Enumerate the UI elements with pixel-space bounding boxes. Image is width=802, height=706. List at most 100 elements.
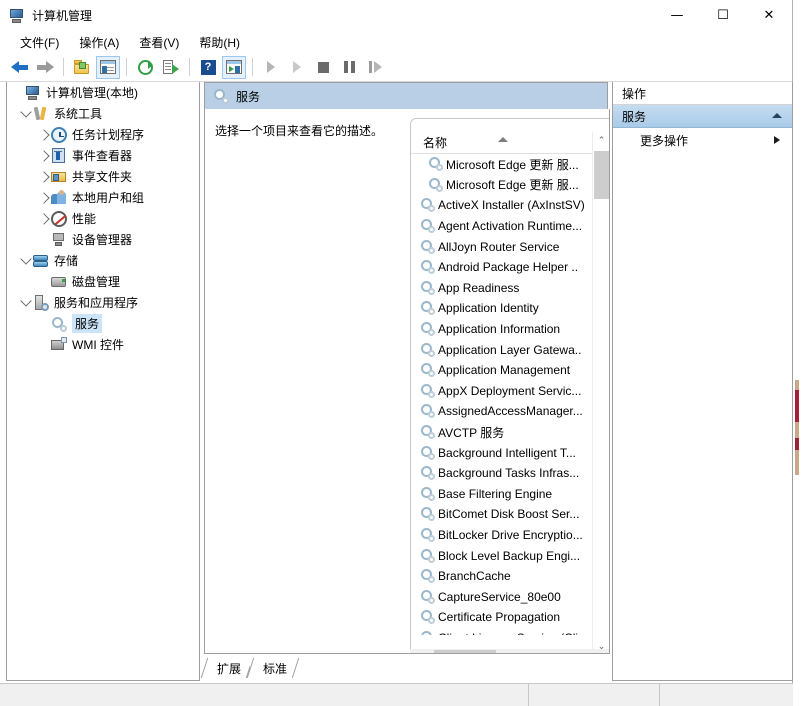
performance-icon (51, 211, 67, 227)
services-list[interactable]: Microsoft Edge 更新 服... Microsoft Edge 更新… (411, 154, 594, 635)
chevron-right-icon[interactable] (38, 171, 49, 182)
list-item[interactable]: AVCTP 服务 (411, 422, 594, 443)
action-more-actions[interactable]: 更多操作 (613, 128, 792, 152)
list-item[interactable]: Application Layer Gatewa.. (411, 339, 594, 360)
service-gear-icon (421, 590, 435, 604)
chevron-up-icon[interactable] (772, 113, 782, 118)
column-header-name[interactable]: 名称 (423, 134, 447, 151)
tree-item-disk-management[interactable]: 磁盘管理 (7, 271, 199, 292)
menu-file[interactable]: 文件(F) (10, 32, 69, 53)
view-tabs: 扩展 标准 (204, 654, 610, 678)
sort-ascending-icon (498, 137, 508, 142)
services-gear-icon (51, 316, 67, 332)
back-arrow-icon[interactable] (7, 56, 31, 79)
window-controls: — ☐ ✕ (654, 0, 792, 31)
tab-standard[interactable]: 标准 (250, 658, 296, 678)
computer-icon (25, 85, 41, 101)
chevron-right-icon[interactable] (38, 150, 49, 161)
list-item[interactable]: BitComet Disk Boost Ser... (411, 504, 594, 525)
menu-action[interactable]: 操作(A) (69, 32, 129, 53)
refresh-icon[interactable] (133, 56, 157, 79)
results-body: 选择一个项目来查看它的描述。 名称 Microsoft Edge 更新 服... (204, 109, 610, 654)
list-item[interactable]: Application Management (411, 360, 594, 381)
service-gear-icon (421, 363, 435, 377)
tree-item-computer-management-local[interactable]: 计算机管理(本地) (7, 82, 199, 103)
show-action-pane-icon[interactable] (222, 56, 246, 79)
list-item[interactable]: BranchCache (411, 566, 594, 587)
tree-item-services[interactable]: 服务 (7, 313, 199, 334)
background-window-right-content (795, 380, 799, 475)
list-item[interactable]: ActiveX Installer (AxInstSV) (411, 195, 594, 216)
chevron-right-icon[interactable] (38, 129, 49, 140)
window-title: 计算机管理 (32, 7, 92, 24)
tree-item-event-viewer[interactable]: 事件查看器 (7, 145, 199, 166)
pause-service-icon[interactable] (337, 56, 361, 79)
tree-item-shared-folders[interactable]: 共享文件夹 (7, 166, 199, 187)
list-item[interactable]: Android Package Helper .. (411, 257, 594, 278)
status-bar (0, 683, 793, 706)
export-list-icon[interactable] (159, 56, 183, 79)
tab-extended[interactable]: 扩展 (204, 658, 250, 678)
list-item[interactable]: Microsoft Edge 更新 服... (411, 154, 594, 175)
scroll-up-arrow-icon[interactable]: ⌃ (593, 132, 610, 149)
tree-item-wmi-control[interactable]: WMI 控件 (7, 334, 199, 355)
forward-arrow-icon[interactable] (33, 56, 57, 79)
help-icon[interactable]: ? (196, 56, 220, 79)
service-gear-icon (421, 219, 435, 233)
list-item[interactable]: Agent Activation Runtime... (411, 216, 594, 237)
show-hide-console-tree-icon[interactable] (96, 56, 120, 79)
menu-help[interactable]: 帮助(H) (189, 32, 250, 53)
device-manager-icon (51, 232, 67, 248)
list-item[interactable]: Background Intelligent T... (411, 442, 594, 463)
action-label: 更多操作 (640, 132, 688, 149)
list-item[interactable]: Background Tasks Infras... (411, 463, 594, 484)
list-item[interactable]: AppX Deployment Servic... (411, 381, 594, 402)
list-item[interactable]: Certificate Propagation (411, 607, 594, 628)
list-item[interactable]: AllJoyn Router Service (411, 236, 594, 257)
list-item[interactable]: Client License Service (Cli... (411, 628, 594, 635)
vertical-scrollbar-thumb[interactable] (594, 151, 609, 199)
tree-item-storage[interactable]: 存储 (7, 250, 199, 271)
list-item[interactable]: Application Identity (411, 298, 594, 319)
status-segment-main (0, 684, 529, 706)
minimize-button[interactable]: — (654, 0, 700, 31)
tree-item-system-tools[interactable]: 系统工具 (7, 103, 199, 124)
service-gear-icon (429, 178, 443, 192)
tree-item-task-scheduler[interactable]: 任务计划程序 (7, 124, 199, 145)
list-item[interactable]: Application Information (411, 319, 594, 340)
chevron-down-icon[interactable] (20, 295, 31, 306)
chevron-down-icon[interactable] (20, 106, 31, 117)
resume-service-icon[interactable] (285, 56, 309, 79)
services-list-vertical-scrollbar[interactable]: ⌃ ⌄ (592, 132, 610, 654)
stop-service-icon[interactable] (311, 56, 335, 79)
start-service-icon[interactable] (259, 56, 283, 79)
list-item[interactable]: BitLocker Drive Encryptio... (411, 525, 594, 546)
list-item[interactable]: App Readiness (411, 278, 594, 299)
tree-item-device-manager[interactable]: 设备管理器 (7, 229, 199, 250)
maximize-button[interactable]: ☐ (700, 0, 746, 31)
up-folder-icon[interactable] (70, 56, 94, 79)
title-bar: 计算机管理 — ☐ ✕ (0, 0, 792, 31)
restart-service-icon[interactable] (363, 56, 387, 79)
console-tree-pane: 计算机管理(本地) 系统工具 任务计划程序 事件查看器 共享文件夹 (6, 82, 200, 681)
tree-item-local-users-and-groups[interactable]: 本地用户和组 (7, 187, 199, 208)
chevron-right-icon[interactable] (38, 192, 49, 203)
list-item[interactable]: Block Level Backup Engi... (411, 545, 594, 566)
close-button[interactable]: ✕ (746, 0, 792, 31)
services-gear-icon (213, 88, 229, 104)
list-item[interactable]: Base Filtering Engine (411, 484, 594, 505)
services-list-column-header[interactable]: 名称 (411, 132, 594, 154)
list-item[interactable]: Microsoft Edge 更新 服... (411, 175, 594, 196)
results-header-title: 服务 (236, 88, 260, 105)
chevron-down-icon[interactable] (20, 253, 31, 264)
list-item[interactable]: CaptureService_80e00 (411, 586, 594, 607)
tree-item-services-and-applications[interactable]: 服务和应用程序 (7, 292, 199, 313)
list-item[interactable]: AssignedAccessManager... (411, 401, 594, 422)
tree-item-performance[interactable]: 性能 (7, 208, 199, 229)
menu-view[interactable]: 查看(V) (129, 32, 189, 53)
event-viewer-icon (51, 148, 67, 164)
services-applications-icon (33, 295, 49, 311)
chevron-right-icon[interactable] (38, 213, 49, 224)
computer-management-icon (9, 8, 25, 24)
actions-group-header-services[interactable]: 服务 (613, 105, 792, 128)
